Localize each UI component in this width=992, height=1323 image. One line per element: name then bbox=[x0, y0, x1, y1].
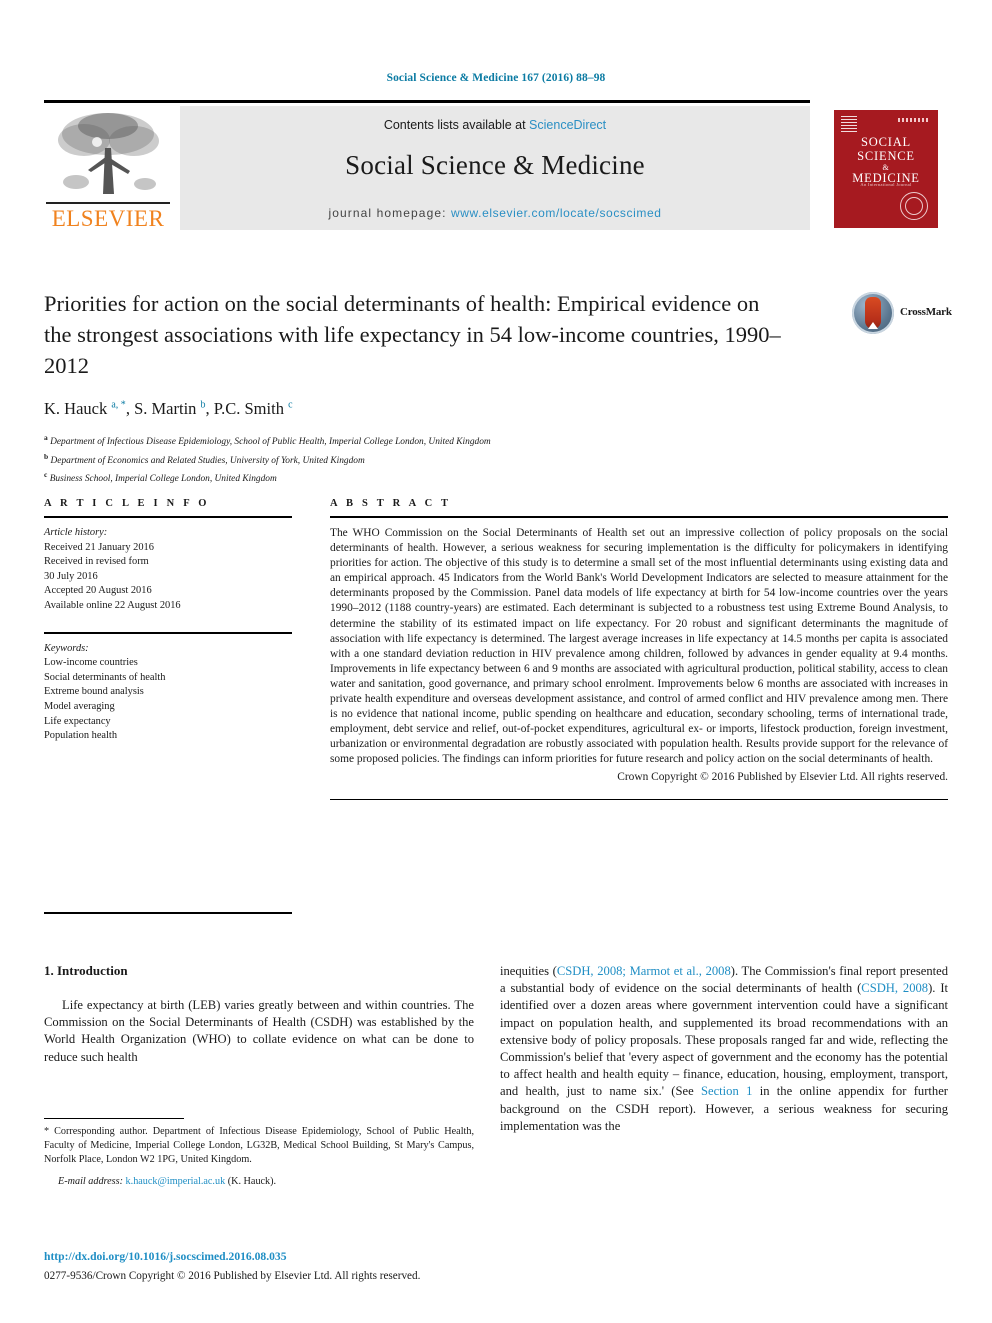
journal-masthead: ELSEVIER Contents lists available at Sci… bbox=[44, 100, 948, 232]
keyword-5: Population health bbox=[44, 730, 118, 742]
elsevier-baseline-rule bbox=[46, 202, 170, 204]
paper-page: Social Science & Medicine 167 (2016) 88–… bbox=[0, 0, 992, 1323]
sciencedirect-link[interactable]: ScienceDirect bbox=[529, 118, 606, 132]
abstract-text: The WHO Commission on the Social Determi… bbox=[330, 527, 948, 766]
running-head: Social Science & Medicine 167 (2016) 88–… bbox=[386, 72, 606, 84]
journal-banner: Contents lists available at ScienceDirec… bbox=[180, 106, 810, 230]
journal-name: Social Science & Medicine bbox=[345, 150, 645, 180]
footnote-block: * Corresponding author. Department of In… bbox=[44, 1118, 474, 1189]
email-address-label: E-mail address: bbox=[58, 1176, 123, 1188]
contents-prefix: Contents lists available at bbox=[383, 118, 530, 132]
body-left-column: 1. Introduction Life expectancy at birth… bbox=[44, 963, 474, 1066]
crossmark-label: CrossMark bbox=[900, 306, 952, 318]
keyword-4: Life expectancy bbox=[44, 715, 111, 727]
affiliation-marker-a: a bbox=[44, 433, 48, 442]
affiliation-c: c Business School, Imperial College Lond… bbox=[44, 468, 948, 487]
affiliation-list: a Department of Infectious Disease Epide… bbox=[44, 431, 948, 487]
article-history-0: Received 21 January 2016 bbox=[44, 541, 154, 553]
doi-link[interactable]: http://dx.doi.org/10.1016/j.socscimed.20… bbox=[44, 1250, 514, 1263]
introduction-heading: 1. Introduction bbox=[44, 963, 128, 978]
keyword-1: Social determinants of health bbox=[44, 671, 166, 683]
keyword-2: Extreme bound analysis bbox=[44, 686, 144, 698]
abstract-section: A B S T R A C T The WHO Commission on th… bbox=[330, 498, 948, 801]
citation-link-3[interactable]: CSDH, 2008 bbox=[861, 981, 928, 995]
article-history-1: Received in revised form bbox=[44, 556, 149, 568]
masthead-top-rule bbox=[44, 100, 810, 103]
cover-title-line1: SOCIAL bbox=[861, 135, 911, 149]
title-block: Priorities for action on the social dete… bbox=[44, 288, 952, 487]
corresponding-author-note: * Corresponding author. Department of In… bbox=[44, 1126, 474, 1166]
journal-homepage-line: journal homepage: www.elsevier.com/locat… bbox=[180, 206, 810, 220]
article-history-4: Available online 22 August 2016 bbox=[44, 599, 181, 611]
citation-link-1[interactable]: CSDH, 2008; Marmot et al., 2008 bbox=[557, 964, 731, 978]
footnote-rule bbox=[44, 1118, 184, 1120]
journal-cover-image: SOCIAL SCIENCE & MEDICINE An Internation… bbox=[834, 110, 938, 228]
article-info-rule bbox=[44, 516, 292, 518]
article-info-bottom-rule bbox=[44, 912, 292, 914]
article-history-label: Article history: bbox=[44, 527, 108, 538]
article-info-section: A R T I C L E I N F O Article history: R… bbox=[44, 498, 292, 744]
contents-available-line: Contents lists available at ScienceDirec… bbox=[180, 118, 810, 132]
introduction-paragraph-right: inequities (CSDH, 2008; Marmot et al., 2… bbox=[500, 963, 948, 1135]
affiliation-text-b: Department of Economics and Related Stud… bbox=[50, 455, 365, 466]
elsevier-tree-icon bbox=[58, 113, 159, 194]
keyword-0: Low-income countries bbox=[44, 657, 138, 669]
author-list: K. Hauck a, *, S. Martin b, P.C. Smith c bbox=[44, 399, 293, 418]
affiliation-a: a Department of Infectious Disease Epide… bbox=[44, 431, 948, 450]
page-title: Priorities for action on the social dete… bbox=[44, 291, 781, 378]
issn-copyright-line: 0277-9536/Crown Copyright © 2016 Publish… bbox=[44, 1270, 421, 1282]
keyword-3: Model averaging bbox=[44, 700, 115, 712]
crossmark-badge[interactable]: CrossMark bbox=[852, 292, 952, 338]
affiliation-marker-c: c bbox=[44, 470, 48, 480]
body-text-run-4: ). It identified over a dozen areas wher… bbox=[500, 981, 949, 1099]
cover-topright-barcode bbox=[898, 118, 930, 122]
article-history-3: Accepted 20 August 2016 bbox=[44, 585, 152, 597]
article-info-heading: A R T I C L E I N F O bbox=[44, 498, 210, 509]
cover-elsevier-mark-icon bbox=[841, 116, 857, 132]
body-text-run-0: inequities ( bbox=[500, 964, 557, 978]
affiliation-text-c: Business School, Imperial College London… bbox=[49, 474, 277, 485]
cover-seal-icon bbox=[900, 192, 928, 220]
keywords-label: Keywords: bbox=[44, 642, 89, 654]
citation-link-5[interactable]: Section 1 bbox=[701, 1084, 752, 1098]
abstract-heading: A B S T R A C T bbox=[330, 498, 452, 509]
email-suffix: (K. Hauck). bbox=[227, 1176, 277, 1188]
abstract-copyright: Crown Copyright © 2016 Published by Else… bbox=[617, 770, 948, 783]
journal-cover-thumbnail: SOCIAL SCIENCE & MEDICINE An Internation… bbox=[824, 106, 948, 230]
journal-homepage-link[interactable]: www.elsevier.com/locate/socscimed bbox=[451, 206, 662, 220]
email-note: E-mail address: k.hauck@imperial.ac.uk (… bbox=[44, 1175, 474, 1189]
cover-title: SOCIAL SCIENCE & MEDICINE bbox=[834, 135, 938, 186]
elsevier-logo: ELSEVIER bbox=[44, 106, 172, 231]
affiliation-marker-b: b bbox=[44, 451, 49, 461]
homepage-prefix: journal homepage: bbox=[328, 206, 451, 220]
body-right-column: inequities (CSDH, 2008; Marmot et al., 2… bbox=[500, 963, 948, 1135]
abstract-bottom-rule bbox=[330, 798, 948, 801]
cover-subtitle: An International Journal bbox=[860, 182, 912, 187]
keywords-rule bbox=[44, 631, 292, 634]
affiliation-text-a: Department of Infectious Disease Epidemi… bbox=[50, 437, 491, 448]
abstract-rule bbox=[330, 516, 948, 518]
doi-block: http://dx.doi.org/10.1016/j.socscimed.20… bbox=[44, 1250, 514, 1284]
cover-title-line2: SCIENCE bbox=[857, 148, 915, 163]
introduction-paragraph-left: Life expectancy at birth (LEB) varies gr… bbox=[44, 998, 474, 1064]
crossmark-icon bbox=[852, 292, 894, 334]
affiliation-b: b Department of Economics and Related St… bbox=[44, 450, 948, 469]
article-history-2: 30 July 2016 bbox=[44, 570, 98, 582]
author-email-link[interactable]: k.hauck@imperial.ac.uk bbox=[126, 1176, 226, 1187]
elsevier-wordmark: ELSEVIER bbox=[51, 206, 165, 231]
